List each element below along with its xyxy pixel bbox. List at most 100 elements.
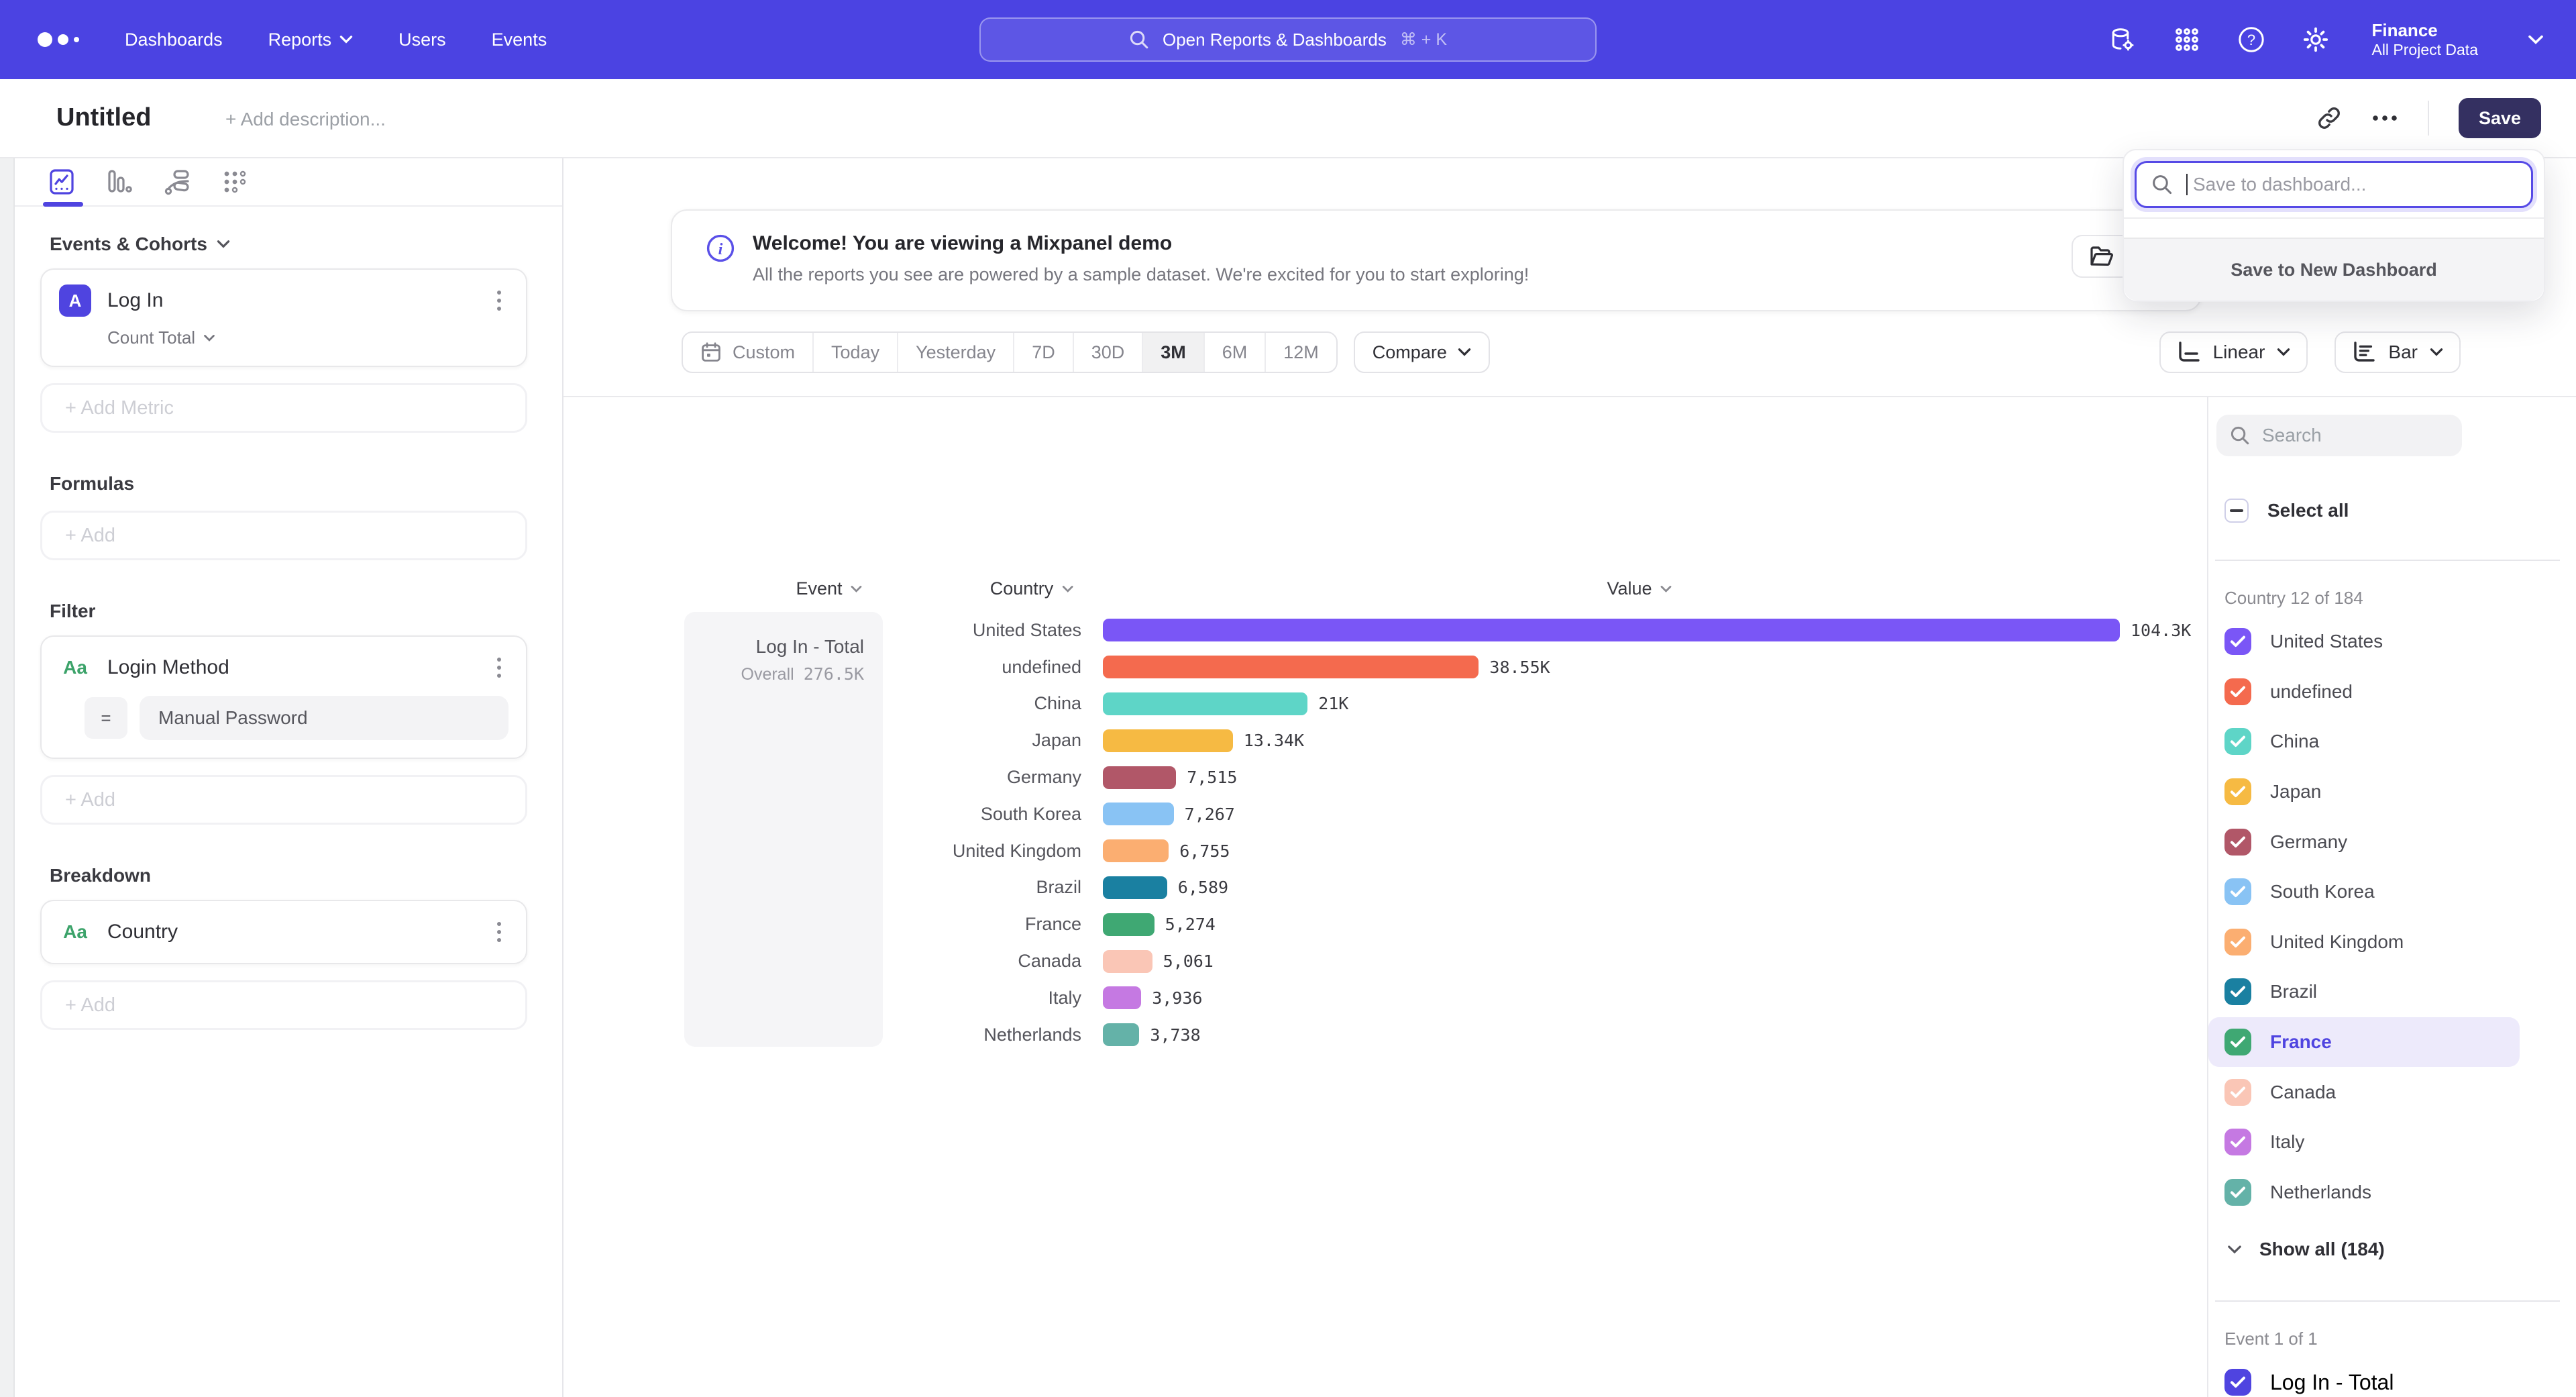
- indeterminate-checkbox[interactable]: [2224, 499, 2249, 523]
- nav-item-users[interactable]: Users: [398, 30, 446, 50]
- country-item-netherlands[interactable]: Netherlands: [2208, 1168, 2520, 1218]
- country-item-united-kingdom[interactable]: United Kingdom: [2208, 917, 2520, 968]
- apps-grid-icon[interactable]: [2173, 25, 2201, 54]
- country-item-germany[interactable]: Germany: [2208, 817, 2520, 867]
- range-3m[interactable]: 3M: [1143, 333, 1205, 372]
- tab-retention[interactable]: [220, 167, 250, 197]
- compare-button[interactable]: Compare: [1354, 331, 1490, 373]
- bar[interactable]: [1103, 803, 1174, 825]
- range-12m[interactable]: 12M: [1266, 333, 1336, 372]
- bar[interactable]: [1103, 1023, 1139, 1046]
- metric-event-name[interactable]: Log In: [107, 289, 474, 312]
- events-cohorts-header[interactable]: Events & Cohorts: [40, 234, 527, 255]
- save-to-new-dashboard-button[interactable]: Save to New Dashboard: [2124, 238, 2544, 301]
- add-description-button[interactable]: + Add description...: [225, 109, 386, 130]
- svg-text:i: i: [718, 241, 723, 258]
- add-metric-button[interactable]: + Add Metric: [40, 383, 527, 433]
- tab-insights-selected[interactable]: [47, 167, 76, 197]
- copy-link-icon[interactable]: [2316, 105, 2342, 131]
- metric-aggregation[interactable]: Count Total: [107, 327, 508, 348]
- checked-checkbox[interactable]: [2224, 1129, 2251, 1155]
- metric-card-log-in[interactable]: A Log In Count Total: [40, 268, 527, 367]
- tab-funnels[interactable]: [105, 167, 134, 197]
- checked-checkbox[interactable]: [2224, 778, 2251, 805]
- range-7d[interactable]: 7D: [1014, 333, 1074, 372]
- range-custom[interactable]: Custom: [683, 333, 814, 372]
- country-item-south-korea[interactable]: South Korea: [2208, 867, 2520, 917]
- kebab-menu-icon[interactable]: [490, 922, 508, 942]
- breakdown-property-name[interactable]: Country: [107, 921, 474, 943]
- chevron-down-icon[interactable]: [2528, 34, 2544, 45]
- kebab-menu-icon[interactable]: [490, 658, 508, 678]
- checked-checkbox[interactable]: [2224, 678, 2251, 705]
- checked-checkbox[interactable]: [2224, 728, 2251, 755]
- bar[interactable]: [1103, 986, 1141, 1009]
- bar[interactable]: [1103, 656, 1479, 678]
- checked-checkbox[interactable]: [2224, 978, 2251, 1005]
- filter-value[interactable]: Manual Password: [140, 696, 508, 740]
- gear-icon[interactable]: [2302, 25, 2330, 54]
- add-breakdown-button[interactable]: + Add: [40, 980, 527, 1030]
- bar[interactable]: [1103, 913, 1155, 936]
- checked-checkbox[interactable]: [2224, 878, 2251, 905]
- bar[interactable]: [1103, 619, 2120, 641]
- checked-checkbox[interactable]: [2224, 1179, 2251, 1206]
- save-dashboard-search-input[interactable]: Save to dashboard...: [2135, 161, 2533, 208]
- column-header-value[interactable]: Value: [1607, 578, 1672, 599]
- select-all-row[interactable]: Select all: [2208, 486, 2576, 535]
- linear-dropdown[interactable]: Linear: [2159, 331, 2308, 373]
- checked-checkbox[interactable]: [2224, 1029, 2251, 1055]
- checked-checkbox[interactable]: [2224, 1079, 2251, 1106]
- checked-checkbox[interactable]: [2224, 929, 2251, 955]
- filter-card-login-method[interactable]: Aa Login Method = Manual Password: [40, 635, 527, 759]
- bar-dropdown[interactable]: Bar: [2334, 331, 2461, 373]
- panel-search-input[interactable]: Search: [2216, 415, 2462, 456]
- bar[interactable]: [1103, 950, 1152, 973]
- country-item-italy[interactable]: Italy: [2208, 1117, 2520, 1168]
- country-item-undefined[interactable]: undefined: [2208, 667, 2520, 717]
- country-item-china[interactable]: China: [2208, 717, 2520, 767]
- category-label: United States: [564, 620, 1081, 641]
- breakdown-card-country[interactable]: Aa Country: [40, 900, 527, 964]
- column-header-country[interactable]: Country: [990, 578, 1074, 599]
- country-item-japan[interactable]: Japan: [2208, 767, 2520, 817]
- global-search-button[interactable]: Open Reports & Dashboards ⌘ + K: [979, 17, 1597, 62]
- nav-item-events[interactable]: Events: [492, 30, 547, 50]
- event-checkbox-row[interactable]: Log In - Total: [2208, 1357, 2576, 1397]
- tab-flows[interactable]: [162, 167, 192, 197]
- kebab-menu-icon[interactable]: [490, 291, 508, 311]
- checked-checkbox[interactable]: [2224, 829, 2251, 856]
- bar[interactable]: [1103, 766, 1176, 789]
- add-filter-button[interactable]: + Add: [40, 775, 527, 825]
- show-all-button[interactable]: Show all (184): [2208, 1223, 2576, 1276]
- report-title[interactable]: Untitled: [56, 103, 151, 132]
- bar[interactable]: [1103, 876, 1167, 899]
- data-settings-icon[interactable]: [2108, 25, 2137, 54]
- bar[interactable]: [1103, 839, 1169, 862]
- filter-property-name[interactable]: Login Method: [107, 656, 474, 679]
- range-6m[interactable]: 6M: [1205, 333, 1267, 372]
- country-item-canada[interactable]: Canada: [2208, 1067, 2520, 1117]
- bar[interactable]: [1103, 692, 1307, 715]
- country-item-brazil[interactable]: Brazil: [2208, 967, 2520, 1017]
- more-options-icon[interactable]: [2371, 114, 2398, 122]
- nav-item-dashboards[interactable]: Dashboards: [125, 30, 223, 50]
- project-selector[interactable]: Finance All Project Data: [2371, 21, 2478, 58]
- nav-item-reports[interactable]: Reports: [268, 30, 354, 50]
- checked-checkbox[interactable]: [2224, 1369, 2251, 1396]
- country-item-france[interactable]: France: [2208, 1017, 2520, 1068]
- checked-checkbox[interactable]: [2224, 628, 2251, 655]
- range-today[interactable]: Today: [814, 333, 898, 372]
- mixpanel-logo[interactable]: [38, 32, 79, 47]
- date-range-segmented-control: CustomTodayYesterday7D30D3M6M12M: [682, 331, 1338, 373]
- add-formula-button[interactable]: + Add: [40, 511, 527, 560]
- help-icon[interactable]: ?: [2237, 25, 2265, 54]
- bar[interactable]: [1103, 729, 1233, 752]
- range-yesterday[interactable]: Yesterday: [898, 333, 1014, 372]
- save-button[interactable]: Save: [2459, 98, 2541, 138]
- filter-operator[interactable]: =: [85, 697, 127, 739]
- range-30d[interactable]: 30D: [1074, 333, 1144, 372]
- project-name: Finance: [2371, 21, 2478, 41]
- country-item-united-states[interactable]: United States: [2208, 617, 2520, 667]
- column-header-event[interactable]: Event: [796, 578, 862, 599]
